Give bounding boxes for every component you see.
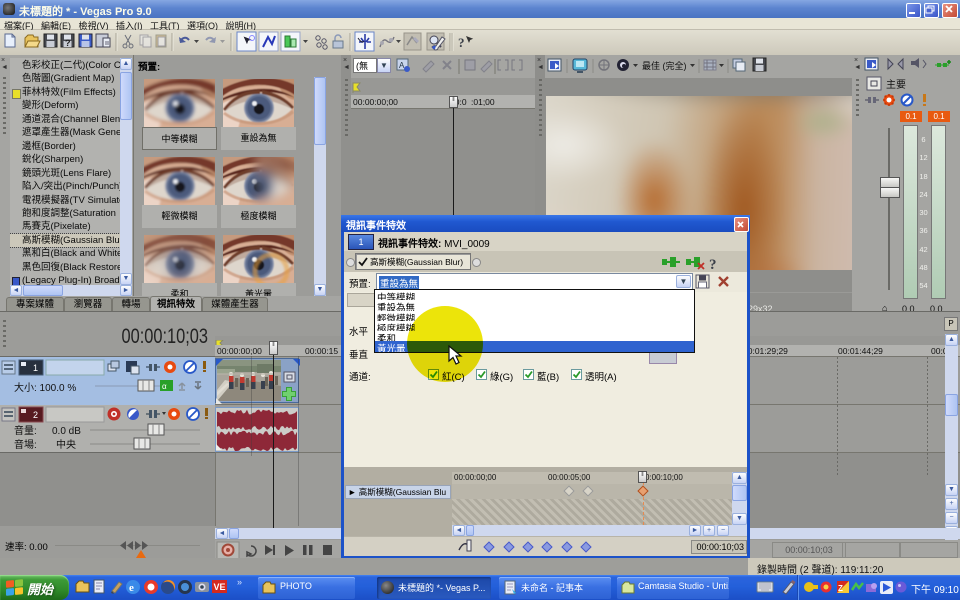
- svg-text:Z: Z: [838, 584, 843, 593]
- svg-text:大小: 100.0 %: 大小: 100.0 %: [14, 381, 76, 394]
- svg-text:?: ?: [65, 38, 71, 48]
- svg-text:0.0 dB: 0.0 dB: [52, 426, 81, 437]
- svg-text:α: α: [162, 382, 167, 391]
- svg-text:主要: 主要: [886, 79, 906, 91]
- svg-text:中央: 中央: [56, 438, 76, 451]
- svg-text:最佳 (完全): 最佳 (完全): [642, 60, 687, 71]
- svg-text:音量:: 音量:: [14, 424, 37, 437]
- svg-text:VE: VE: [214, 582, 226, 592]
- svg-text:2: 2: [33, 410, 38, 420]
- svg-text:?: ?: [458, 35, 465, 50]
- svg-text:e: e: [129, 582, 134, 594]
- svg-text:音場:: 音場:: [14, 438, 37, 451]
- svg-text:»: »: [237, 577, 242, 587]
- svg-text:1: 1: [33, 363, 38, 373]
- svg-text:?: ?: [709, 257, 717, 272]
